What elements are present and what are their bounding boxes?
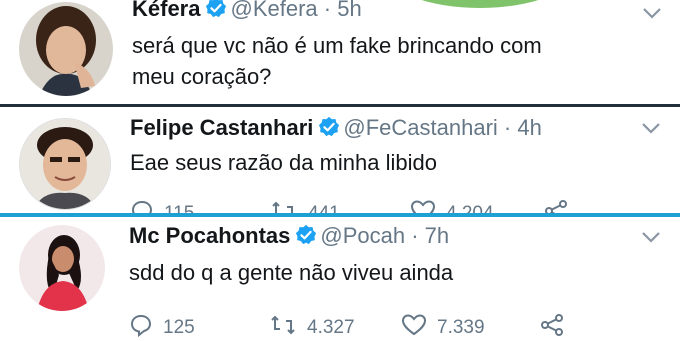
- retweet-icon: [270, 199, 308, 213]
- cropped-image-fragment: [421, 0, 539, 8]
- tweet-time[interactable]: · 4h: [504, 115, 542, 140]
- reply-icon: [129, 313, 163, 341]
- tweet-text: sdd do q a gente não viveu ainda: [129, 257, 453, 288]
- share-icon: [539, 313, 575, 341]
- retweet-count: 441: [308, 203, 340, 213]
- chevron-down-icon[interactable]: [641, 230, 661, 249]
- like-button[interactable]: 4.204: [410, 199, 494, 213]
- tweet-actions: 115 441 4.204: [130, 199, 600, 213]
- tweet-actions: 125 4.327 7.339: [129, 313, 599, 341]
- reply-icon: [130, 199, 164, 213]
- verified-badge-icon: [295, 224, 317, 252]
- share-button[interactable]: [543, 199, 579, 213]
- heart-icon: [410, 199, 446, 213]
- author-name[interactable]: Kéfera: [132, 0, 200, 21]
- retweet-button[interactable]: 4.327: [269, 313, 355, 341]
- chevron-down-icon[interactable]: [641, 121, 661, 140]
- avatar[interactable]: [19, 2, 113, 96]
- share-icon: [543, 199, 579, 213]
- author-handle[interactable]: @Kefera: [230, 0, 317, 21]
- reply-button[interactable]: 115: [130, 199, 194, 213]
- reply-button[interactable]: 125: [129, 313, 195, 341]
- author-name[interactable]: Mc Pocahontas: [129, 223, 290, 248]
- tweet-text-line: meu coração?: [132, 64, 272, 89]
- like-count: 7.339: [437, 317, 485, 338]
- like-button[interactable]: 7.339: [401, 313, 485, 341]
- chevron-down-icon[interactable]: [642, 6, 662, 25]
- tweet-text-line: será que vc não é um fake brincando com: [132, 33, 542, 58]
- reply-count: 125: [163, 317, 195, 338]
- retweet-icon: [269, 313, 307, 341]
- avatar[interactable]: [19, 225, 105, 311]
- tweet-kefera[interactable]: Kéfera @Kefera · 5h será que vc não é um …: [0, 0, 680, 104]
- tweet-pocahontas[interactable]: Mc Pocahontas @Pocah · 7h sdd do q a gent…: [0, 217, 680, 341]
- retweet-button[interactable]: 441: [270, 199, 340, 213]
- tweet-text-line: Eae seus razão da minha libido: [130, 150, 437, 175]
- verified-badge-icon: [205, 0, 227, 25]
- like-count: 4.204: [446, 203, 494, 213]
- author-handle[interactable]: @Pocah: [320, 223, 405, 248]
- retweet-count: 4.327: [307, 317, 355, 338]
- verified-badge-icon: [318, 116, 340, 144]
- tweet-text-line: sdd do q a gente não viveu ainda: [129, 260, 454, 285]
- author-name[interactable]: Felipe Castanhari: [130, 115, 313, 140]
- tweet-time[interactable]: · 7h: [411, 223, 449, 248]
- tweet-text: será que vc não é um fake brincando com …: [132, 30, 542, 92]
- avatar[interactable]: [19, 118, 111, 210]
- reply-count: 115: [164, 203, 194, 213]
- share-button[interactable]: [539, 313, 575, 341]
- tweet-felipe[interactable]: Felipe Castanhari @FeCastanhari · 4h Eae …: [0, 107, 680, 213]
- tweet-text: Eae seus razão da minha libido: [130, 147, 437, 178]
- author-handle[interactable]: @FeCastanhari: [343, 115, 497, 140]
- heart-icon: [401, 313, 437, 341]
- tweet-time[interactable]: · 5h: [324, 0, 362, 21]
